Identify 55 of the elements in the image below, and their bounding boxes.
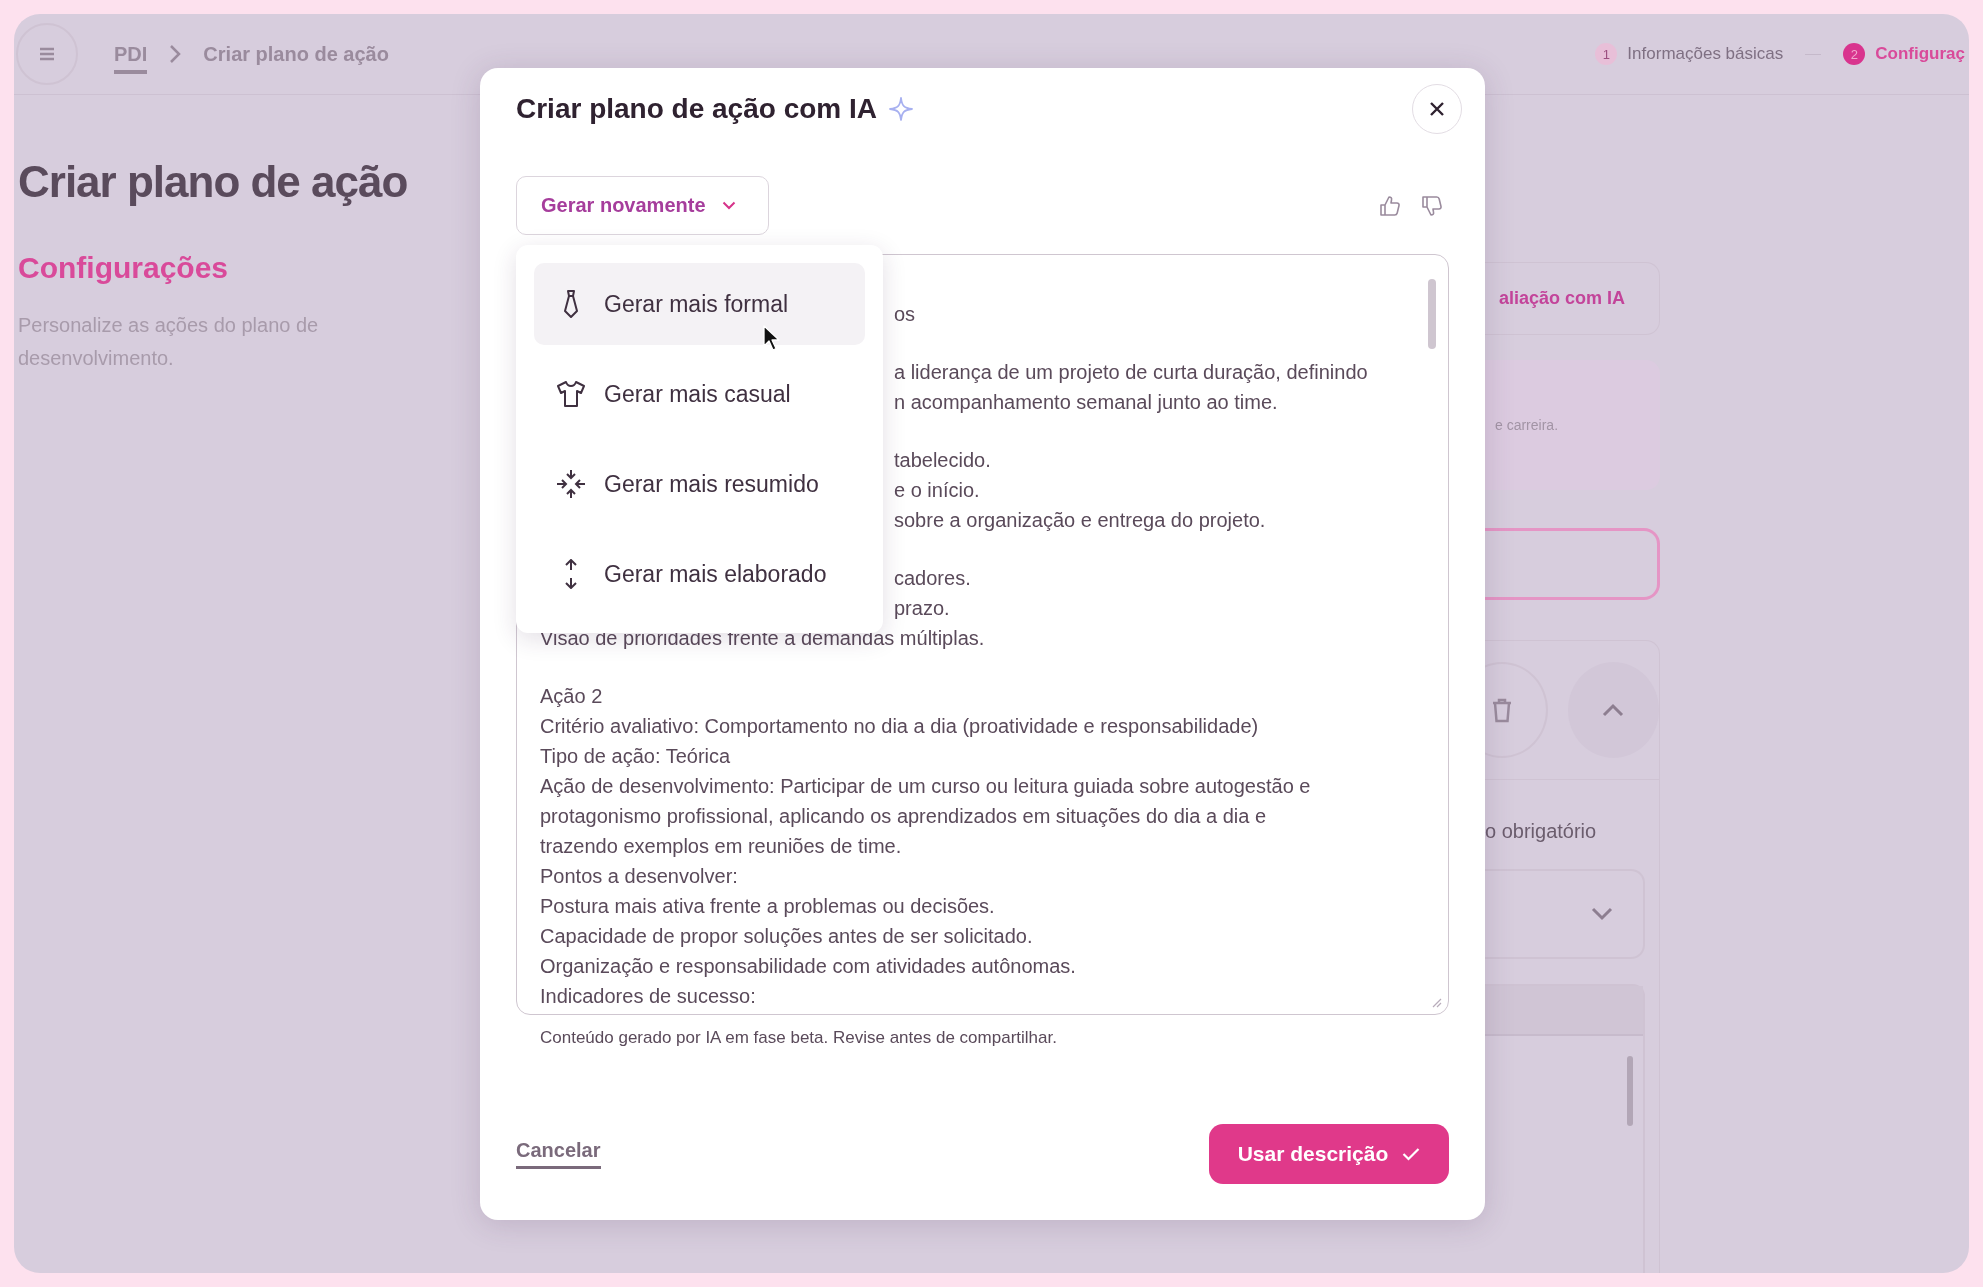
breadcrumb-current: Criar plano de ação <box>203 42 389 66</box>
chevron-down-icon <box>721 201 736 210</box>
scrollbar[interactable] <box>1627 1056 1633 1126</box>
description-line: e o início. <box>894 478 981 503</box>
use-description-button[interactable]: Usar descrição <box>1209 1124 1449 1184</box>
description-line: sobre a organização e entrega do projeto. <box>894 508 1267 533</box>
step-number: 1 <box>1595 43 1618 65</box>
cancel-link[interactable]: Cancelar <box>516 1139 601 1169</box>
description-line: Critério avaliativo: Comportamento no dia a dia (proatividade e responsabilidade) <box>540 714 1260 739</box>
t-shirt-icon <box>556 380 586 408</box>
menu-item[interactable]: Gerar mais elaborado <box>534 533 865 615</box>
close-icon <box>1429 101 1445 117</box>
compress-arrows-icon <box>556 469 586 499</box>
description-line: Ação 2 <box>540 684 604 709</box>
description-line: trazendo exemplos em reuniões de time. <box>540 834 903 859</box>
description-line: a liderança de um projeto de curta duração, definindo <box>894 360 1369 385</box>
chevron-down-icon <box>1591 907 1613 921</box>
description-line: cadores. <box>894 566 972 591</box>
modal-title: Criar plano de ação com IA <box>516 93 877 125</box>
menu-icon <box>39 47 55 61</box>
thumbs-down-icon[interactable] <box>1421 194 1443 217</box>
chevron-right-icon <box>169 44 182 64</box>
step-label[interactable]: Configuraç <box>1875 44 1965 64</box>
description-line: Capacidade de propor soluções antes de ser solicitado. <box>540 924 1034 949</box>
step-label[interactable]: Informações básicas <box>1627 44 1784 64</box>
description-line: Tipo de ação: Teórica <box>540 744 732 769</box>
description-line: Pontos a desenvolver: <box>540 864 739 889</box>
check-icon <box>1402 1147 1421 1161</box>
section-title: Configurações <box>18 251 230 285</box>
menu-item[interactable]: Gerar mais formal <box>534 263 865 345</box>
description-line: tabelecido. <box>894 448 992 473</box>
menu-item[interactable]: Gerar mais casual <box>534 353 865 435</box>
field-label: o obrigatório <box>1485 820 1598 843</box>
description-line: Organização e responsabilidade com atividades autônomas. <box>540 954 1077 979</box>
pointer-cursor-icon <box>763 325 781 351</box>
description-line: protagonismo profissional, aplicando os aprendizados em situações do dia a dia e <box>540 804 1267 829</box>
description-line: Indicadores de sucesso: <box>540 984 757 1009</box>
page-title: Criar plano de ação <box>18 157 409 207</box>
description-line: Postura mais ativa frente a problemas ou decisões. <box>540 894 996 919</box>
sparkle-icon <box>889 97 913 121</box>
description-line: n acompanhamento semanal junto ao time. <box>894 390 1279 415</box>
description-line: prazo. <box>894 596 951 621</box>
menu-item[interactable]: Gerar mais resumido <box>534 443 865 525</box>
resize-grip-icon[interactable] <box>1430 996 1442 1008</box>
trash-icon <box>1490 697 1513 723</box>
scrollbar[interactable] <box>1428 279 1436 349</box>
close-button[interactable] <box>1412 84 1462 134</box>
description-line: Ação de desenvolvimento: Participar de um curso ou leitura guiada sobre autogestão e <box>540 774 1312 799</box>
chevron-up-icon <box>1602 703 1625 717</box>
disclaimer-text: Conteúdo gerado por IA em fase beta. Revise antes de compartilhar. <box>539 1027 1058 1049</box>
step-number: 2 <box>1843 43 1866 65</box>
description-line: os <box>894 302 917 327</box>
thumbs-up-icon[interactable] <box>1379 194 1401 217</box>
regenerate-dropdown-button[interactable]: Gerar novamente <box>516 176 769 235</box>
info-text: e carreira. <box>1495 417 1559 433</box>
